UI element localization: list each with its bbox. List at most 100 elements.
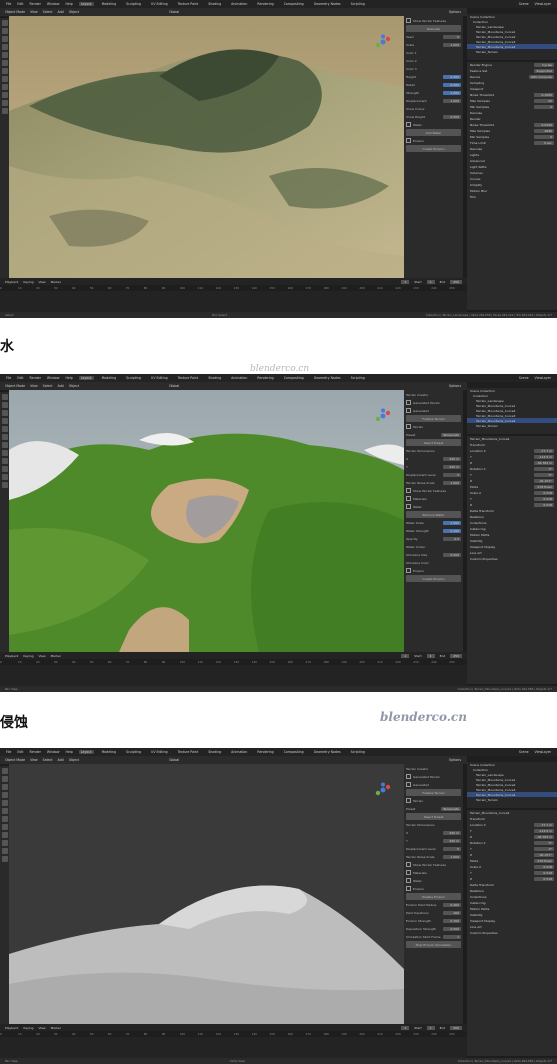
tool-icon[interactable] xyxy=(1,20,8,26)
sidebar-row[interactable]: Finalize Terrain xyxy=(406,415,461,422)
tool-icon[interactable] xyxy=(1,100,8,106)
workspace-tab[interactable]: Modeling xyxy=(100,2,119,6)
workspace-tab[interactable]: Texture Paint xyxy=(176,2,201,6)
viewport-menu-object[interactable]: Object xyxy=(69,10,79,14)
property-value[interactable]: -77.7 m xyxy=(534,449,554,453)
sidebar-row[interactable]: Preset Temperate xyxy=(406,431,461,438)
viewport-menu-add[interactable]: Add xyxy=(58,758,64,762)
menu-item[interactable]: Edit xyxy=(17,2,23,6)
workspace-tab[interactable]: Texture Paint xyxy=(176,376,201,380)
tool-icon[interactable] xyxy=(1,68,8,74)
scene-selector[interactable]: Scene xyxy=(519,376,529,380)
sidebar-row[interactable]: Show Terrain Features xyxy=(406,17,461,24)
sidebar-row[interactable]: Color 3 xyxy=(406,65,461,72)
timeline-menu-marker[interactable]: Marker xyxy=(51,654,61,658)
timeline-menu-playback[interactable]: Playback xyxy=(5,654,18,658)
sidebar-row[interactable]: Simulation Start Frame 1 xyxy=(406,933,461,940)
menu-item[interactable]: Window xyxy=(47,750,60,754)
viewport-menu-mode[interactable]: Object Mode xyxy=(5,384,25,388)
property-value[interactable]: -113.9 m xyxy=(534,829,554,833)
tool-icon[interactable] xyxy=(1,824,8,830)
sidebar-value[interactable]: 0.700 xyxy=(443,918,461,923)
sidebar-value[interactable]: 0.500 xyxy=(443,114,461,119)
sidebar-row[interactable]: Generated Terrain xyxy=(406,399,461,406)
sidebar-row[interactable]: Opacity 0.5 xyxy=(406,535,461,542)
tool-icon[interactable] xyxy=(1,768,8,774)
sidebar-value[interactable]: 200 m xyxy=(443,830,461,835)
sidebar-row[interactable]: Create Erosion xyxy=(406,575,461,582)
viewport-menu-select[interactable]: Select xyxy=(43,384,53,388)
workspace-tab[interactable]: Modeling xyxy=(100,376,119,380)
property-value[interactable]: 0.518 xyxy=(534,503,554,507)
viewport-menu-add[interactable]: Add xyxy=(58,10,64,14)
workspace-tab[interactable]: Rendering xyxy=(255,2,275,6)
property-value[interactable]: XYZ Euler xyxy=(534,485,554,489)
viewport-menu-view[interactable]: View xyxy=(30,384,38,388)
sidebar-row[interactable]: Show Terrain Features xyxy=(406,861,461,868)
tool-icon[interactable] xyxy=(1,792,8,798)
sidebar-row[interactable]: Remove Water xyxy=(406,511,461,518)
sidebar-row[interactable]: Strength 1.000 xyxy=(406,89,461,96)
property-value[interactable]: 0.1000 xyxy=(534,93,554,97)
sidebar-row[interactable]: Water xyxy=(406,877,461,884)
workspace-tab[interactable]: Compositing xyxy=(282,376,306,380)
property-value[interactable]: 0.518 xyxy=(534,877,554,881)
sidebar-row[interactable]: Y 200 m xyxy=(406,463,461,470)
property-row[interactable]: Film xyxy=(467,194,557,200)
sidebar-value[interactable]: 1.000 xyxy=(443,520,461,525)
checkbox-icon[interactable] xyxy=(406,504,411,509)
tool-icon[interactable] xyxy=(1,784,8,790)
property-row[interactable]: Custom Properties xyxy=(467,556,557,562)
sidebar-value[interactable]: 0.100 xyxy=(443,528,461,533)
sidebar-row[interactable]: Seed 0 xyxy=(406,33,461,40)
sidebar-row[interactable]: Snow Colour xyxy=(406,105,461,112)
workspace-tab[interactable]: Animation xyxy=(229,376,249,380)
workspace-tab[interactable]: Animation xyxy=(229,750,249,754)
sidebar-row[interactable]: Materials xyxy=(406,869,461,876)
sidebar-row[interactable]: Select Preset xyxy=(406,439,461,446)
terrain-render[interactable] xyxy=(9,764,404,1024)
menu-item[interactable]: Render xyxy=(30,750,41,754)
sidebar-row[interactable]: Snow Height 0.500 xyxy=(406,113,461,120)
checkbox-icon[interactable] xyxy=(406,568,411,573)
sidebar-value[interactable]: 0.500 xyxy=(443,552,461,557)
timeline-menu-playback[interactable]: Playback xyxy=(5,1026,18,1030)
menu-item[interactable]: Edit xyxy=(17,750,23,754)
workspace-tab[interactable]: Compositing xyxy=(282,2,306,6)
workspace-tab[interactable]: Geometry Nodes xyxy=(312,2,343,6)
tool-icon[interactable] xyxy=(1,800,8,806)
checkbox-icon[interactable] xyxy=(406,774,411,779)
timeline-menu-playback[interactable]: Playback xyxy=(5,280,18,284)
sidebar-row[interactable]: Generated xyxy=(406,407,461,414)
property-value[interactable]: 0.518 xyxy=(534,865,554,869)
workspace-tab[interactable]: Geometry Nodes xyxy=(312,376,343,380)
tool-icon[interactable] xyxy=(1,84,8,90)
menu-item[interactable]: Help xyxy=(65,750,72,754)
workspace-tab[interactable]: Sculpting xyxy=(124,750,143,754)
workspace-tab[interactable]: Texture Paint xyxy=(176,750,201,754)
workspace-tab[interactable]: Rendering xyxy=(255,376,275,380)
options-button[interactable]: Options xyxy=(449,758,461,762)
viewport-menu-select[interactable]: Select xyxy=(43,10,53,14)
sidebar-value[interactable]: 0.500 xyxy=(443,926,461,931)
property-value[interactable]: 0.518 xyxy=(534,871,554,875)
sidebar-row[interactable]: Materials xyxy=(406,495,461,502)
sidebar-row[interactable]: Displacement Level 5 xyxy=(406,845,461,852)
timeline-menu-keying[interactable]: Keying xyxy=(23,280,33,284)
menu-item[interactable]: Window xyxy=(47,2,60,6)
menu-item[interactable]: Help xyxy=(65,2,72,6)
checkbox-icon[interactable] xyxy=(406,886,411,891)
tool-icon[interactable] xyxy=(1,418,8,424)
property-row[interactable]: Custom Properties xyxy=(467,930,557,936)
sidebar-row[interactable]: Shoreline Color xyxy=(406,559,461,566)
sidebar-value[interactable]: 5 xyxy=(443,846,461,851)
property-value[interactable]: Cycles xyxy=(534,63,554,67)
sidebar-row[interactable]: Generated xyxy=(406,781,461,788)
timeline-menu-view[interactable]: View xyxy=(38,654,45,658)
property-value[interactable]: GPU Compute xyxy=(529,75,554,79)
menu-item[interactable]: File xyxy=(6,750,11,754)
tool-icon[interactable] xyxy=(1,52,8,58)
outliner-item[interactable]: Terrain_Terrain xyxy=(467,423,557,428)
timeline-ruler[interactable]: 0 10 20 30 40 50 60 70 80 90 100 110 120 130 140 150 160… xyxy=(0,659,467,665)
property-value[interactable]: 0.0100 xyxy=(534,123,554,127)
